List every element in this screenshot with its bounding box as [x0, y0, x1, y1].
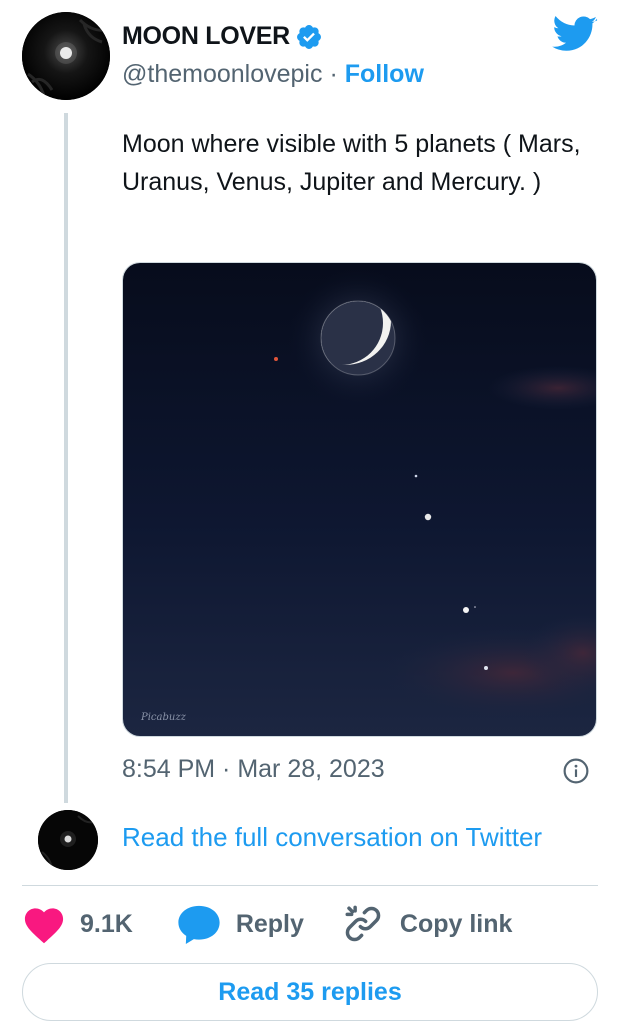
- conversation-avatar[interactable]: [38, 810, 98, 870]
- reply-button[interactable]: Reply: [176, 903, 304, 945]
- tweet-timestamp[interactable]: 8:54 PM · Mar 28, 2023: [122, 755, 385, 784]
- tweet-media-image[interactable]: Picabuzz: [122, 262, 597, 737]
- author-name[interactable]: MOON LOVER: [122, 22, 290, 51]
- image-watermark: Picabuzz: [140, 712, 187, 723]
- twitter-bird-icon[interactable]: [552, 16, 598, 54]
- tweet-text: Moon where visible with 5 planets ( Mars…: [122, 130, 581, 196]
- like-button[interactable]: 9.1K: [22, 904, 133, 944]
- thread-line: [64, 113, 68, 803]
- handle-row: @themoonlovepic · Follow: [122, 60, 424, 89]
- heart-icon: [24, 908, 64, 944]
- read-full-conversation-link[interactable]: Read the full conversation on Twitter: [122, 822, 542, 853]
- author-avatar[interactable]: [22, 12, 110, 100]
- speech-bubble-icon: [178, 905, 220, 945]
- follow-button[interactable]: Follow: [345, 60, 424, 88]
- separator-dot: ·: [329, 60, 338, 88]
- author-handle[interactable]: @themoonlovepic: [122, 60, 323, 88]
- actions-bar: 9.1K Reply Copy link: [22, 898, 512, 950]
- link-icon: [345, 905, 381, 942]
- copy-link-button[interactable]: Copy link: [342, 903, 513, 945]
- author-name-row[interactable]: MOON LOVER: [122, 22, 323, 51]
- info-icon[interactable]: [563, 758, 589, 784]
- read-replies-button[interactable]: Read 35 replies: [22, 963, 598, 1021]
- reply-label: Reply: [235, 909, 304, 938]
- verified-badge-icon: [296, 24, 321, 49]
- copy-link-label: Copy link: [399, 909, 513, 938]
- divider: [22, 885, 598, 886]
- like-count: 9.1K: [80, 909, 133, 938]
